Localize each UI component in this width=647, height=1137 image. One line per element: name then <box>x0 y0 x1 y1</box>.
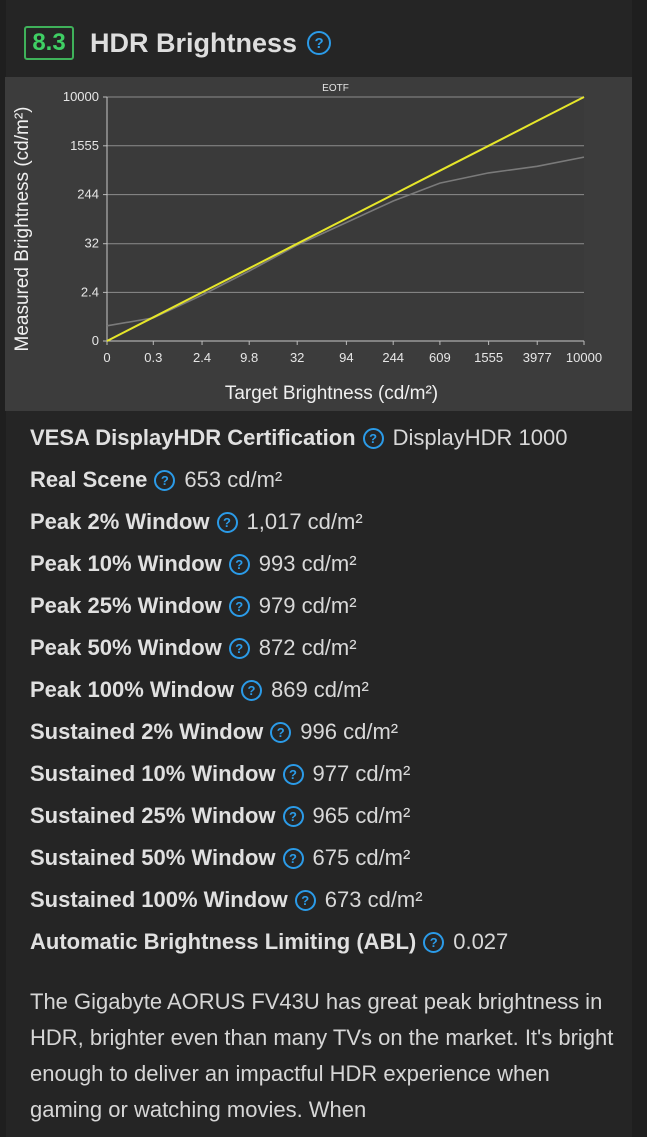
x-tick-label: 1555 <box>474 350 503 365</box>
x-tick-label: 609 <box>429 350 451 365</box>
question-circle-icon[interactable]: ? <box>240 679 262 701</box>
question-circle-icon[interactable]: ? <box>423 931 445 953</box>
spec-label: Sustained 2% Window <box>30 719 264 744</box>
spec-row: Peak 2% Window? 1,017 cd/m² <box>30 501 630 543</box>
eotf-chart-svg: 0 2.4 32 244 1555 10000 0 0.3 2.4 9.8 32 94 244 609 15… <box>12 83 602 404</box>
question-circle-icon[interactable]: ? <box>282 805 304 827</box>
spec-row: Sustained 10% Window? 977 cd/m² <box>30 753 630 795</box>
spec-label: VESA DisplayHDR Certification <box>30 425 356 450</box>
y-tick-label: 10000 <box>63 89 99 104</box>
spec-value: 977 cd/m² <box>312 761 411 786</box>
x-axis-label: Target Brightness (cd/m²) <box>225 383 438 404</box>
x-tick-label: 2.4 <box>193 350 211 365</box>
spec-value: 675 cd/m² <box>312 845 411 870</box>
spec-label: Sustained 25% Window <box>30 803 276 828</box>
spec-value: 0.027 <box>453 929 509 954</box>
spec-value: 1,017 cd/m² <box>246 509 363 534</box>
spec-value: 965 cd/m² <box>312 803 411 828</box>
spec-value: 653 cd/m² <box>184 467 283 492</box>
x-tick-label: 244 <box>382 350 404 365</box>
x-tick-label: 94 <box>339 350 353 365</box>
x-tick-label: 10000 <box>566 350 602 365</box>
spec-row: Sustained 25% Window? 965 cd/m² <box>30 795 630 837</box>
spec-value: 869 cd/m² <box>270 677 369 702</box>
y-tick-label: 1555 <box>70 138 99 153</box>
spec-list: VESA DisplayHDR Certification? DisplayHDR… <box>30 417 630 963</box>
spec-row: Peak 25% Window? 979 cd/m² <box>30 585 630 627</box>
x-tick-label: 0.3 <box>144 350 162 365</box>
x-tick-label: 0 <box>103 350 110 365</box>
score-badge: 8.3 <box>24 26 74 60</box>
spec-label: Peak 50% Window <box>30 635 222 660</box>
question-circle-icon[interactable]: ? <box>282 847 304 869</box>
spec-row: Sustained 50% Window? 675 cd/m² <box>30 837 630 879</box>
description-text: The Gigabyte AORUS FV43U has great peak … <box>30 989 614 1122</box>
chart-title: EOTF <box>322 83 349 94</box>
question-circle-icon[interactable]: ? <box>362 427 384 449</box>
question-circle-icon[interactable]: ? <box>228 553 250 575</box>
spec-row: Sustained 2% Window? 996 cd/m² <box>30 711 630 753</box>
spec-label: Peak 100% Window <box>30 677 234 702</box>
question-circle-icon[interactable]: ? <box>282 763 304 785</box>
spec-label: Peak 2% Window <box>30 509 210 534</box>
spec-row: Sustained 100% Window? 673 cd/m² <box>30 879 630 921</box>
spec-row: Peak 100% Window? 869 cd/m² <box>30 669 630 711</box>
spec-label: Peak 25% Window <box>30 593 222 618</box>
spec-row: Real Scene? 653 cd/m² <box>30 459 630 501</box>
spec-label: Sustained 10% Window <box>30 761 276 786</box>
question-circle-icon[interactable]: ? <box>294 889 316 911</box>
question-circle-icon[interactable]: ? <box>216 511 238 533</box>
x-tick-label: 9.8 <box>240 350 258 365</box>
y-tick-label: 0 <box>92 333 99 348</box>
question-circle-icon[interactable]: ? <box>307 31 332 55</box>
spec-value: 979 cd/m² <box>258 593 357 618</box>
spec-label: Automatic Brightness Limiting (ABL) <box>30 929 417 954</box>
spec-value: 996 cd/m² <box>300 719 399 744</box>
spec-value: DisplayHDR 1000 <box>392 425 568 450</box>
spec-row: Peak 50% Window? 872 cd/m² <box>30 627 630 669</box>
y-tick-label: 2.4 <box>81 284 99 299</box>
y-tick-label: 244 <box>77 187 99 202</box>
spec-label: Sustained 100% Window <box>30 887 288 912</box>
spec-row: VESA DisplayHDR Certification? DisplayHDR… <box>30 417 630 459</box>
spec-row: Automatic Brightness Limiting (ABL)? 0.02… <box>30 921 630 963</box>
question-circle-icon[interactable]: ? <box>228 595 250 617</box>
x-tick-label: 32 <box>290 350 304 365</box>
question-circle-icon[interactable]: ? <box>270 721 292 743</box>
spec-value: 993 cd/m² <box>258 551 357 576</box>
question-circle-icon[interactable]: ? <box>228 637 250 659</box>
spec-label: Sustained 50% Window <box>30 845 276 870</box>
x-tick-label: 3977 <box>523 350 552 365</box>
eotf-chart: 0 2.4 32 244 1555 10000 0 0.3 2.4 9.8 32 94 244 609 15… <box>5 77 632 411</box>
spec-label: Peak 10% Window <box>30 551 222 576</box>
y-tick-label: 32 <box>85 236 99 251</box>
section-header: 8.3 HDR Brightness ? <box>24 23 332 63</box>
spec-value: 872 cd/m² <box>258 635 357 660</box>
spec-row: Peak 10% Window? 993 cd/m² <box>30 543 630 585</box>
section-title: HDR Brightness <box>90 27 298 58</box>
question-circle-icon[interactable]: ? <box>154 469 176 491</box>
y-axis-label: Measured Brightness (cd/m²) <box>12 107 33 352</box>
spec-label: Real Scene <box>30 467 148 492</box>
spec-value: 673 cd/m² <box>324 887 423 912</box>
